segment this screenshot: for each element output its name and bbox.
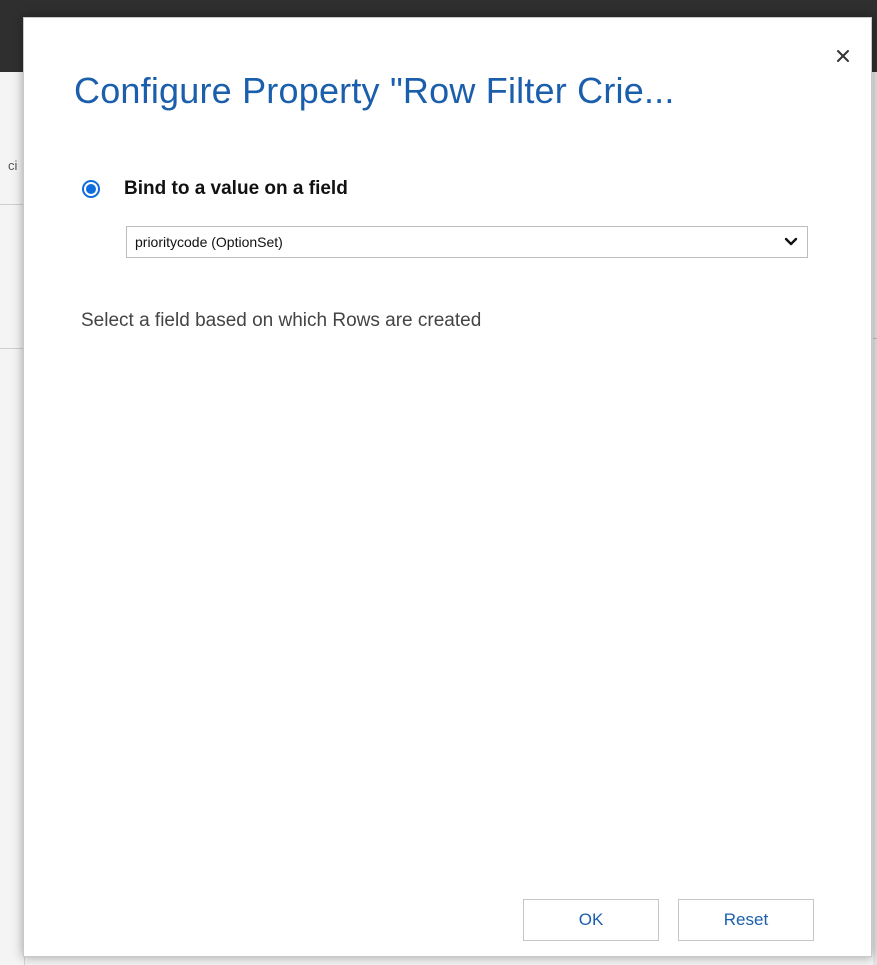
dialog-title: Configure Property "Row Filter Crie...	[74, 70, 675, 111]
chevron-down-icon	[779, 227, 803, 257]
reset-button[interactable]: Reset	[678, 899, 814, 941]
background-right-edge	[873, 72, 877, 965]
help-text: Select a field based on which Rows are c…	[81, 310, 482, 331]
field-select[interactable]: prioritycode (OptionSet)	[126, 226, 808, 258]
close-icon	[837, 50, 849, 62]
field-select-value: prioritycode (OptionSet)	[135, 234, 283, 250]
bind-to-field-label: Bind to a value on a field	[124, 178, 348, 199]
divider	[0, 204, 24, 205]
divider	[873, 338, 877, 339]
configure-property-dialog: Configure Property "Row Filter Crie... B…	[23, 17, 872, 957]
ok-button[interactable]: OK	[523, 899, 659, 941]
bind-to-field-option[interactable]: Bind to a value on a field	[82, 178, 348, 200]
close-button[interactable]	[831, 44, 855, 68]
divider	[0, 348, 24, 349]
background-side-panel: ci	[0, 72, 25, 965]
radio-selected-dot	[86, 184, 96, 194]
background-text-snippet: ci	[8, 158, 18, 173]
bind-to-field-radio[interactable]	[82, 180, 100, 198]
